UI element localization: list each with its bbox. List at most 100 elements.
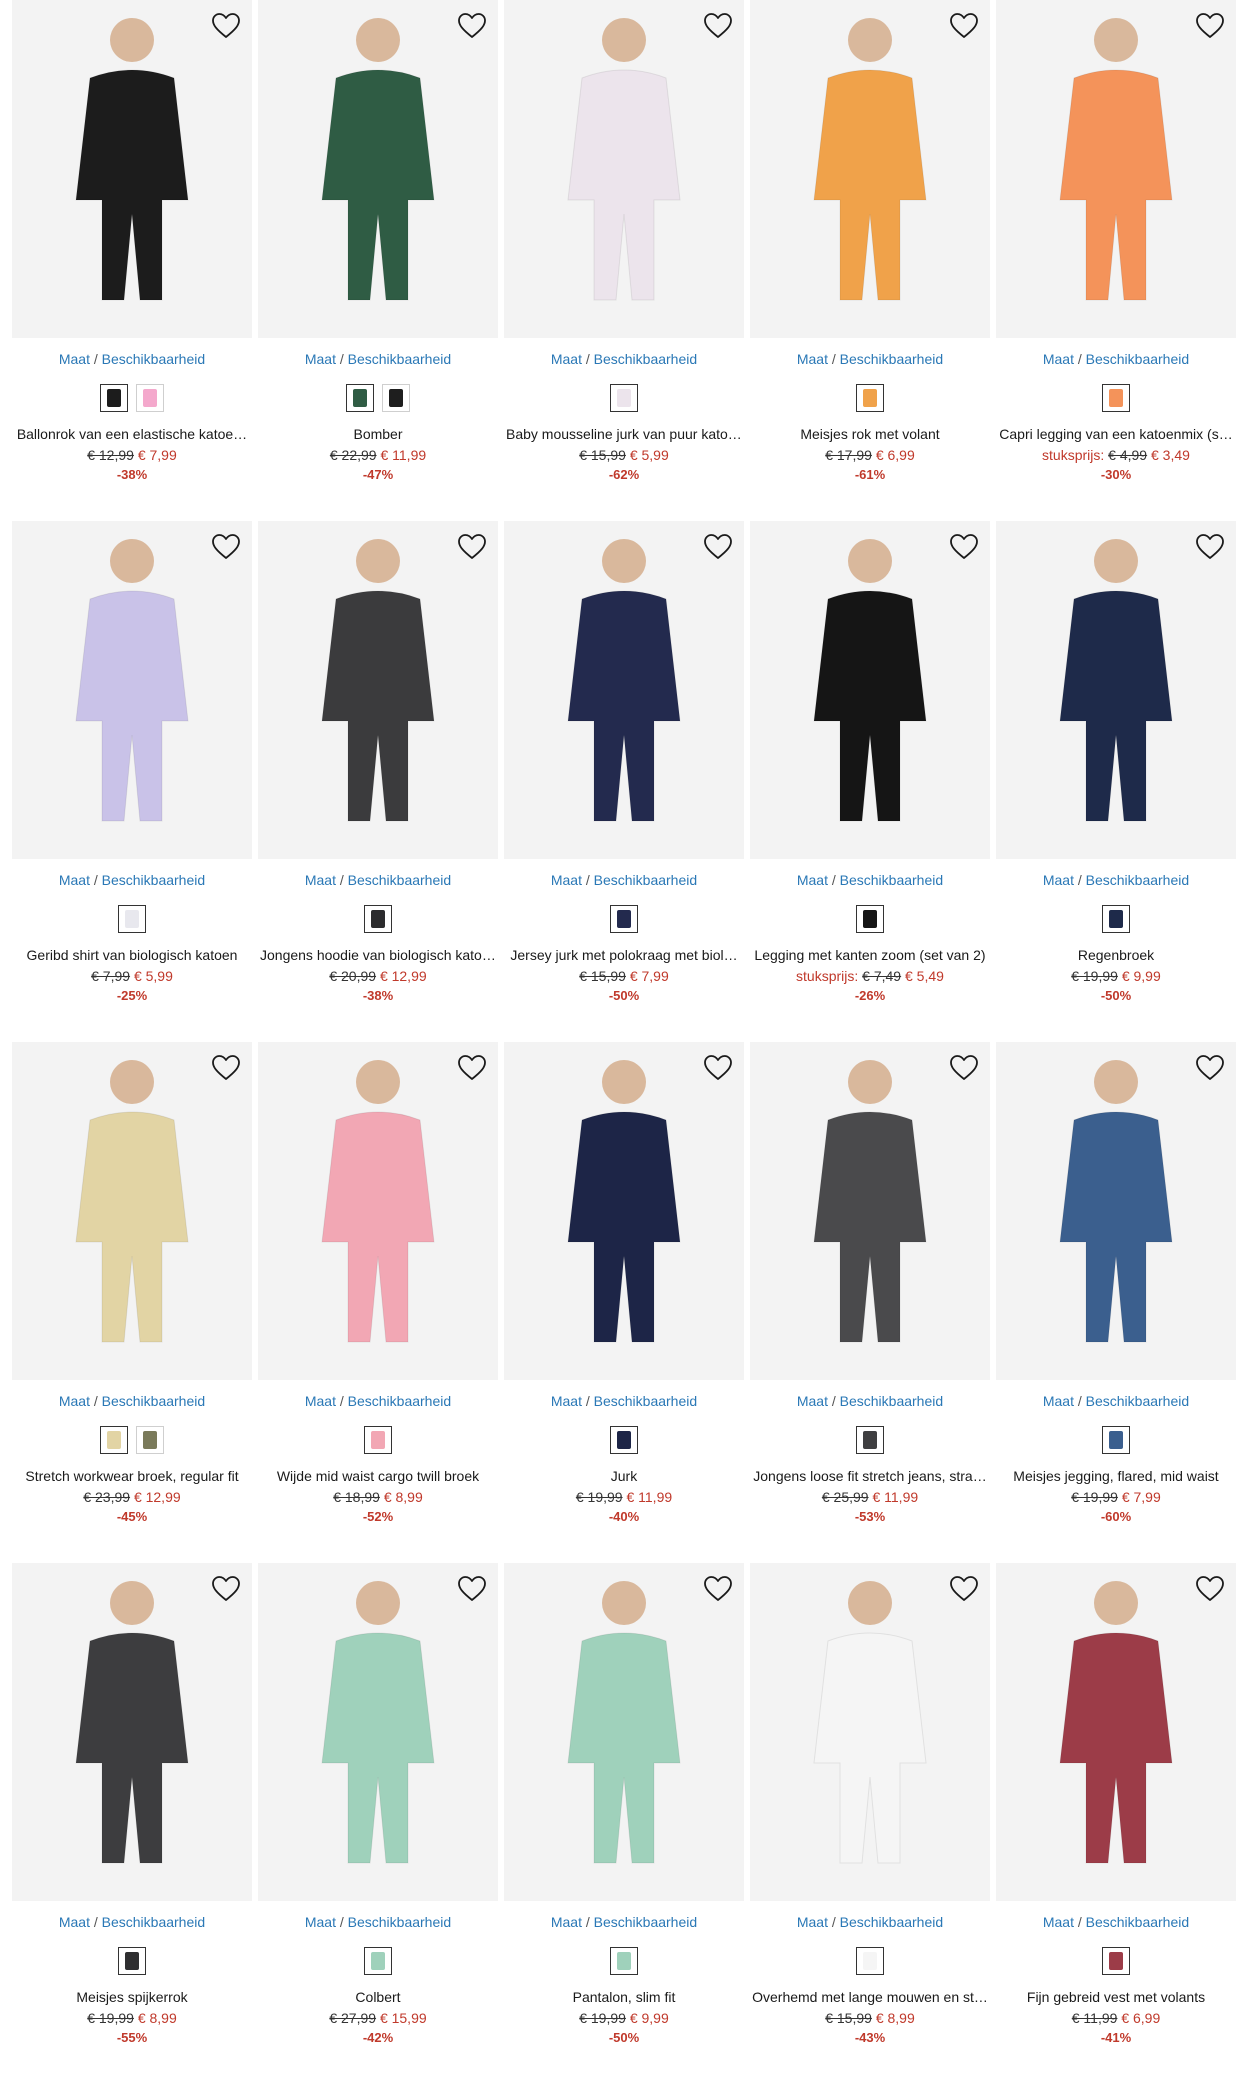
size-availability-link[interactable]: Maat / Beschikbaarheid [258,351,498,367]
color-swatch[interactable] [118,905,146,933]
product-image[interactable] [996,1042,1236,1380]
product-title[interactable]: Geribd shirt van biologisch katoen [12,947,252,964]
color-swatch[interactable] [364,1947,392,1975]
size-availability-link[interactable]: Maat / Beschikbaarheid [504,1393,744,1409]
product-image[interactable] [750,1042,990,1380]
product-title[interactable]: Jongens hoodie van biologisch katoen [258,947,498,964]
size-availability-link[interactable]: Maat / Beschikbaarheid [504,351,744,367]
product-card[interactable]: Maat / Beschikbaarheid Bomber € 22,99 € 11… [258,0,498,521]
color-swatch[interactable] [100,1426,128,1454]
product-title[interactable]: Meisjes spijkerrok [12,1989,252,2006]
product-image[interactable] [258,521,498,859]
product-image[interactable] [12,521,252,859]
size-availability-link[interactable]: Maat / Beschikbaarheid [12,351,252,367]
product-card[interactable]: Maat / Beschikbaarheid Jongens loose fit … [750,1042,990,1563]
product-title[interactable]: Jurk [504,1468,744,1485]
product-card[interactable]: Maat / Beschikbaarheid Colbert € 27,99 € 1… [258,1563,498,2084]
product-card[interactable]: Maat / Beschikbaarheid Meisjes rok met vo… [750,0,990,521]
color-swatch[interactable] [118,1947,146,1975]
product-card[interactable]: Maat / Beschikbaarheid Meisjes spijkerrok… [12,1563,252,2084]
color-swatch[interactable] [364,905,392,933]
product-title[interactable]: Pantalon, slim fit [504,1989,744,2006]
wishlist-heart-icon[interactable] [702,10,734,42]
product-image[interactable] [996,0,1236,338]
product-image[interactable] [750,0,990,338]
color-swatch[interactable] [610,1426,638,1454]
wishlist-heart-icon[interactable] [210,1052,242,1084]
color-swatch[interactable] [136,384,164,412]
color-swatch[interactable] [1102,1426,1130,1454]
product-image[interactable] [258,0,498,338]
product-title[interactable]: Fijn gebreid vest met volants [996,1989,1236,2006]
product-title[interactable]: Capri legging van een katoenmix (s… [996,426,1236,443]
product-card[interactable]: Maat / Beschikbaarheid Jersey jurk met po… [504,521,744,1042]
wishlist-heart-icon[interactable] [456,10,488,42]
size-availability-link[interactable]: Maat / Beschikbaarheid [12,1914,252,1930]
wishlist-heart-icon[interactable] [1194,1052,1226,1084]
color-swatch[interactable] [856,1947,884,1975]
size-availability-link[interactable]: Maat / Beschikbaarheid [12,1393,252,1409]
product-card[interactable]: Maat / Beschikbaarheid Capri legging van … [996,0,1236,521]
product-image[interactable] [750,521,990,859]
product-card[interactable]: Maat / Beschikbaarheid Pantalon, slim fit… [504,1563,744,2084]
size-availability-link[interactable]: Maat / Beschikbaarheid [258,1393,498,1409]
product-title[interactable]: Wijde mid waist cargo twill broek [258,1468,498,1485]
product-card[interactable]: Maat / Beschikbaarheid Jongens hoodie van… [258,521,498,1042]
product-title[interactable]: Ballonrok van een elastische katoe… [12,426,252,443]
size-availability-link[interactable]: Maat / Beschikbaarheid [750,872,990,888]
product-image[interactable] [504,1042,744,1380]
product-title[interactable]: Colbert [258,1989,498,2006]
color-swatch[interactable] [610,384,638,412]
product-title[interactable]: Jersey jurk met polokraag met biol… [504,947,744,964]
color-swatch[interactable] [610,1947,638,1975]
product-title[interactable]: Legging met kanten zoom (set van 2) [750,947,990,964]
product-title[interactable]: Baby mousseline jurk van puur katoen [504,426,744,443]
product-image[interactable] [12,1563,252,1901]
size-availability-link[interactable]: Maat / Beschikbaarheid [750,1914,990,1930]
wishlist-heart-icon[interactable] [702,1052,734,1084]
wishlist-heart-icon[interactable] [1194,10,1226,42]
product-title[interactable]: Bomber [258,426,498,443]
wishlist-heart-icon[interactable] [210,10,242,42]
wishlist-heart-icon[interactable] [702,1573,734,1605]
product-card[interactable]: Maat / Beschikbaarheid Baby mousseline ju… [504,0,744,521]
size-availability-link[interactable]: Maat / Beschikbaarheid [996,351,1236,367]
product-card[interactable]: Maat / Beschikbaarheid Overhemd met lange… [750,1563,990,2084]
product-image[interactable] [504,521,744,859]
size-availability-link[interactable]: Maat / Beschikbaarheid [258,872,498,888]
product-card[interactable]: Maat / Beschikbaarheid Fijn gebreid vest … [996,1563,1236,2084]
wishlist-heart-icon[interactable] [948,10,980,42]
size-availability-link[interactable]: Maat / Beschikbaarheid [12,872,252,888]
product-image[interactable] [258,1563,498,1901]
size-availability-link[interactable]: Maat / Beschikbaarheid [996,872,1236,888]
size-availability-link[interactable]: Maat / Beschikbaarheid [750,1393,990,1409]
product-title[interactable]: Meisjes jegging, flared, mid waist [996,1468,1236,1485]
product-title[interactable]: Stretch workwear broek, regular fit [12,1468,252,1485]
color-swatch[interactable] [136,1426,164,1454]
color-swatch[interactable] [346,384,374,412]
wishlist-heart-icon[interactable] [210,531,242,563]
wishlist-heart-icon[interactable] [948,1052,980,1084]
wishlist-heart-icon[interactable] [456,1052,488,1084]
product-image[interactable] [12,1042,252,1380]
product-card[interactable]: Maat / Beschikbaarheid Stretch workwear b… [12,1042,252,1563]
size-availability-link[interactable]: Maat / Beschikbaarheid [996,1914,1236,1930]
product-card[interactable]: Maat / Beschikbaarheid Regenbroek € 19,99 … [996,521,1236,1042]
color-swatch[interactable] [1102,905,1130,933]
color-swatch[interactable] [382,384,410,412]
product-image[interactable] [12,0,252,338]
size-availability-link[interactable]: Maat / Beschikbaarheid [996,1393,1236,1409]
product-card[interactable]: Maat / Beschikbaarheid Wijde mid waist ca… [258,1042,498,1563]
product-image[interactable] [258,1042,498,1380]
product-title[interactable]: Meisjes rok met volant [750,426,990,443]
color-swatch[interactable] [100,384,128,412]
wishlist-heart-icon[interactable] [456,531,488,563]
size-availability-link[interactable]: Maat / Beschikbaarheid [258,1914,498,1930]
product-card[interactable]: Maat / Beschikbaarheid Meisjes jegging, f… [996,1042,1236,1563]
product-image[interactable] [504,1563,744,1901]
wishlist-heart-icon[interactable] [702,531,734,563]
color-swatch[interactable] [364,1426,392,1454]
product-image[interactable] [996,1563,1236,1901]
size-availability-link[interactable]: Maat / Beschikbaarheid [504,872,744,888]
color-swatch[interactable] [1102,384,1130,412]
